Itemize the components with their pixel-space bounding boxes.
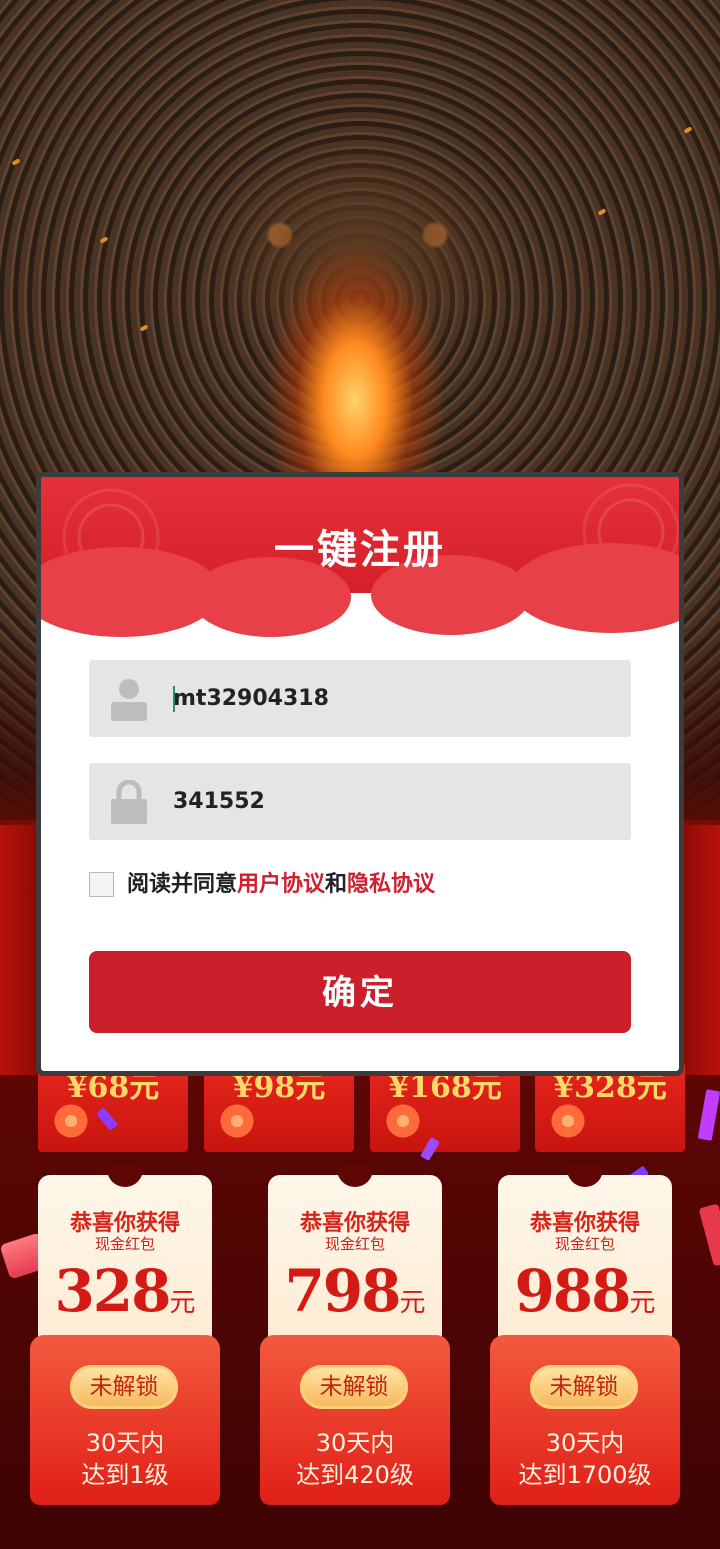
- red-envelope[interactable]: 恭喜你获得 现金红包 798元 未解锁 30天内 达到420级: [260, 1165, 450, 1505]
- red-envelope[interactable]: 恭喜你获得 现金红包 988元 未解锁 30天内 达到1700级: [490, 1165, 680, 1505]
- locked-button[interactable]: 未解锁: [300, 1365, 408, 1409]
- user-agreement-link[interactable]: 用户协议: [237, 872, 325, 897]
- envelope-subtitle: 现金红包: [554, 1235, 615, 1253]
- flower-icon: [382, 1100, 424, 1142]
- lock-icon: [111, 780, 147, 824]
- stage-curtain-right: [680, 825, 720, 1075]
- flower-icon: [50, 1100, 92, 1142]
- agree-prefix: 阅读并同意: [127, 872, 238, 897]
- locked-button[interactable]: 未解锁: [530, 1365, 638, 1409]
- flower-icon: [216, 1100, 258, 1142]
- envelope-subtitle: 现金红包: [94, 1235, 155, 1253]
- and-text: 和: [325, 872, 348, 897]
- user-icon: [111, 679, 147, 721]
- envelope-condition: 30天内 达到1700级: [518, 1429, 652, 1489]
- dialog-header: 一键注册: [41, 477, 679, 637]
- locked-button[interactable]: 未解锁: [70, 1365, 178, 1409]
- username-field[interactable]: mt32904318: [89, 660, 631, 737]
- privacy-policy-link[interactable]: 隐私协议: [347, 872, 435, 897]
- envelope-amount: 798元: [284, 1257, 426, 1325]
- password-field[interactable]: 341552: [89, 763, 631, 840]
- password-value: 341552: [173, 789, 265, 814]
- envelope-subtitle: 现金红包: [324, 1235, 385, 1253]
- dialog-title: 一键注册: [274, 527, 446, 573]
- agreement-text: 阅读并同意用户协议和隐私协议: [127, 865, 435, 905]
- red-envelope[interactable]: 恭喜你获得 现金红包 328元 未解锁 30天内 达到1级: [30, 1165, 220, 1505]
- envelope-condition: 30天内 达到1级: [81, 1429, 169, 1489]
- flower-icon: [547, 1100, 589, 1142]
- register-dialog: 一键注册 mt32904318 341552 阅读并同意用户协议和隐私协议 确定: [36, 472, 684, 1076]
- envelope-condition: 30天内 达到420级: [296, 1429, 414, 1489]
- stage-curtain-left: [0, 825, 40, 1075]
- agree-checkbox[interactable]: [89, 872, 114, 897]
- confirm-button[interactable]: 确定: [89, 951, 631, 1033]
- envelope-amount: 988元: [514, 1257, 656, 1325]
- envelope-amount: 328元: [54, 1257, 196, 1325]
- username-value: mt32904318: [173, 686, 329, 711]
